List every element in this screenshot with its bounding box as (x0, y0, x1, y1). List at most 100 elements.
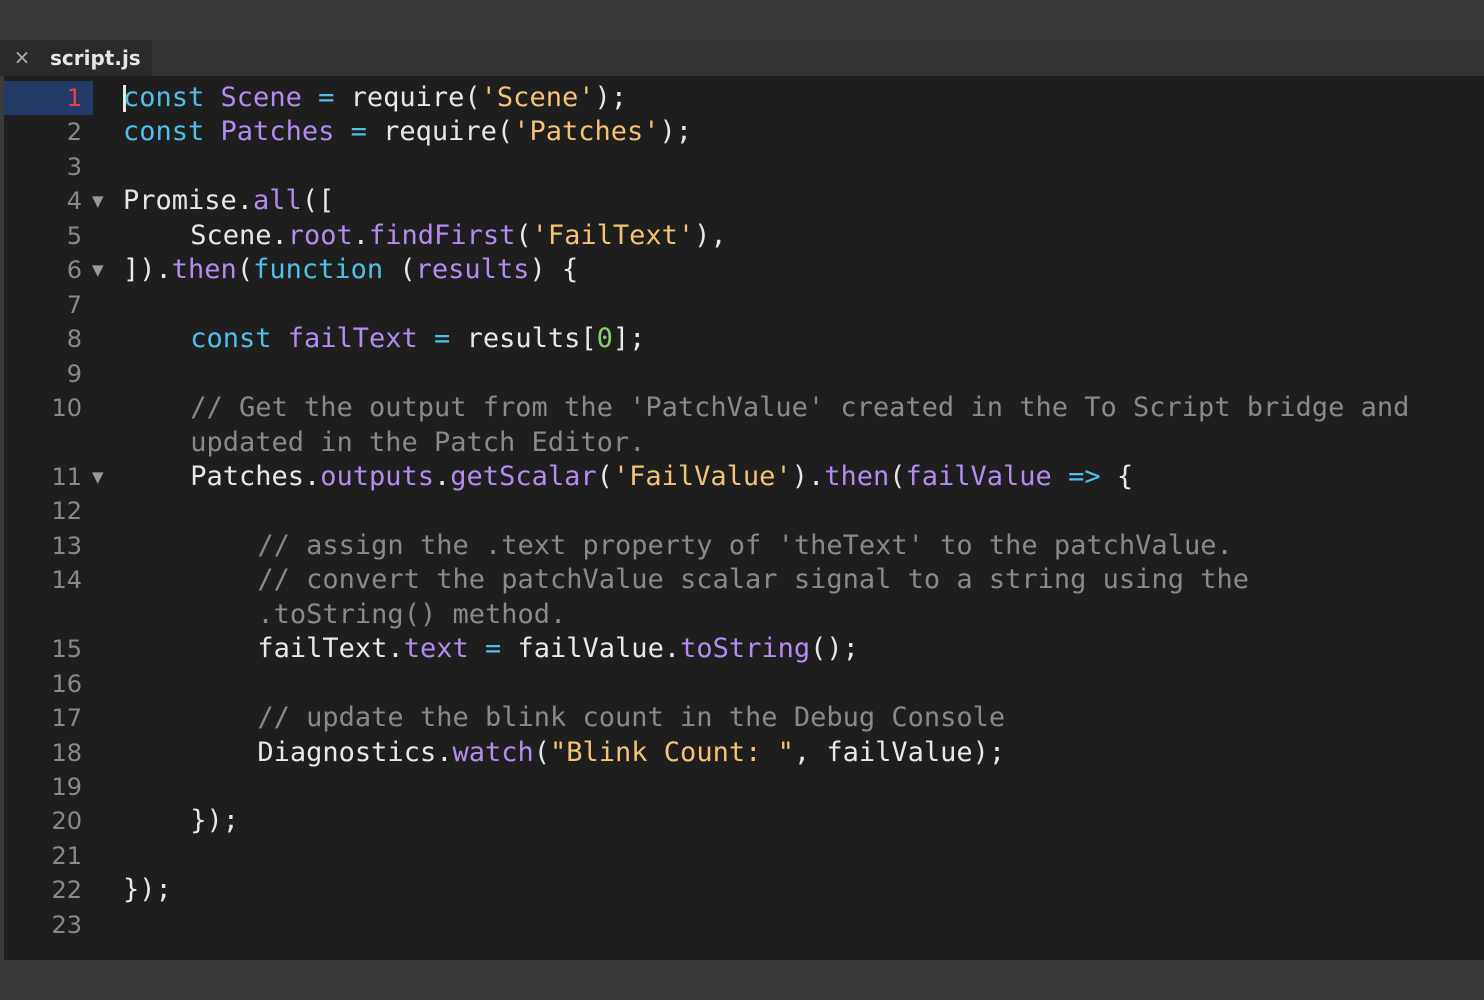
line-number: 3 (66, 152, 82, 181)
code-line[interactable]: 17 // update the blink count in the Debug… (4, 701, 1484, 735)
code-token: Patches (220, 116, 335, 148)
line-number: 1 (66, 84, 82, 112)
code-text: // convert the patchValue scalar signal … (257, 563, 1249, 597)
code-token: failText. (257, 633, 404, 665)
code-text: Diagnostics.watch("Blink Count: ", failV… (257, 736, 1005, 770)
code-token: = (350, 116, 367, 148)
code-token: = (318, 82, 335, 113)
close-icon[interactable]: × (12, 46, 32, 68)
code-token: { (1100, 460, 1134, 492)
code-line[interactable]: 23 (4, 908, 1484, 942)
code-line[interactable]: 6 ▼]).then(function (results) { (4, 253, 1484, 287)
fold-arrow-icon[interactable]: ▼ (92, 184, 110, 218)
code-token: }); (190, 805, 239, 837)
code-line[interactable]: 8 const failText = results[0]; (4, 322, 1484, 356)
code-text: failText.text = failValue.toString(); (257, 632, 859, 666)
code-token: // update the blink count in the Debug C… (257, 702, 1006, 734)
code-token: .toString() method. (257, 598, 567, 630)
code-line[interactable]: 21 (4, 839, 1484, 873)
status-bar (0, 960, 1484, 1000)
code-token: findFirst (369, 219, 516, 251)
code-token: Diagnostics. (257, 736, 453, 768)
code-token: 'FailValue' (612, 460, 792, 492)
code-line[interactable]: 11 ▼ Patches.outputs.getScalar('FailValue'… (4, 460, 1484, 494)
code-line[interactable]: 4 ▼ Promise.all([ (4, 184, 1484, 218)
code-token: ) { (529, 254, 579, 286)
line-number: 21 (51, 841, 82, 870)
code-token: ( (236, 254, 254, 286)
code-line[interactable]: 19 (4, 770, 1484, 804)
code-text: const failText = results[0]; (190, 322, 645, 356)
line-number: 7 (66, 290, 82, 319)
line-number: 16 (51, 669, 82, 698)
line-number: 6 (66, 256, 82, 285)
line-number: 18 (51, 738, 82, 767)
code-token: ); (594, 82, 627, 113)
code-line[interactable]: 7 (4, 288, 1484, 322)
code-line[interactable]: 15 failText.text = failValue.toString(); (4, 632, 1484, 666)
code-line[interactable]: 5 Scene.root.findFirst('FailText'), (4, 219, 1484, 253)
code-line[interactable]: updated in the Patch Editor. (4, 426, 1484, 460)
code-text: // Get the output from the 'PatchValue' … (190, 391, 1409, 425)
code-token: = (434, 323, 451, 355)
code-token: toString (680, 633, 811, 665)
code-token: failValue. (501, 633, 681, 665)
code-token: updated in the Patch Editor. (190, 426, 646, 458)
code-token: require( (334, 82, 481, 113)
code-text: }); (190, 804, 239, 838)
code-line[interactable]: 12 (4, 494, 1484, 528)
code-token: function (253, 254, 384, 286)
code-token: => (1068, 460, 1101, 492)
line-number: 11 (51, 462, 82, 491)
code-line[interactable]: 3 (4, 150, 1484, 184)
code-line[interactable]: 22}); (4, 873, 1484, 907)
fold-arrow-icon[interactable]: ▼ (92, 253, 110, 287)
code-token: "Blink Count: " (550, 736, 794, 768)
code-line[interactable]: 14 // convert the patchValue scalar signa… (4, 563, 1484, 597)
code-token: then (824, 460, 890, 492)
tab-script-js[interactable]: × script.js (0, 40, 152, 76)
code-line[interactable]: 2 const Patches = require('Patches'); (4, 115, 1484, 149)
line-number: 8 (66, 325, 82, 354)
code-line[interactable]: 9 (4, 357, 1484, 391)
code-token: 0 (596, 323, 613, 355)
code-editor[interactable]: 1 const Scene = require('Scene'); 2 const P… (4, 76, 1484, 960)
tab-bar: × script.js (0, 40, 1484, 76)
code-token: // convert the patchValue scalar signal … (257, 564, 1249, 596)
line-number: 12 (51, 497, 82, 526)
code-line[interactable]: 1 const Scene = require('Scene'); (4, 81, 1484, 115)
code-token: Scene (220, 82, 302, 113)
code-text: // update the blink count in the Debug C… (257, 701, 1005, 735)
code-line[interactable]: 20}); (4, 804, 1484, 838)
code-token: (); (810, 633, 859, 665)
code-token: . (352, 219, 370, 251)
code-token: Patches. (190, 460, 321, 492)
line-number: 15 (51, 635, 82, 664)
code-text: Promise.all([ (123, 184, 334, 218)
code-line[interactable]: .toString() method. (4, 598, 1484, 632)
fold-arrow-icon[interactable]: ▼ (92, 460, 110, 494)
code-token: text (403, 633, 469, 665)
code-token: ). (791, 460, 825, 492)
code-token: ]; (612, 323, 646, 355)
line-number: 19 (51, 773, 82, 801)
code-token: then (171, 254, 237, 286)
line-number: 4 (66, 187, 82, 216)
code-token: ( (533, 736, 551, 768)
code-line[interactable]: 10 // Get the output from the 'PatchValue… (4, 391, 1484, 425)
code-token: watch (452, 736, 534, 768)
line-number: 9 (66, 359, 82, 388)
code-line[interactable]: 18 Diagnostics.watch("Blink Count: ", fai… (4, 736, 1484, 770)
line-number: 5 (66, 221, 82, 250)
code-text: updated in the Patch Editor. (190, 426, 645, 460)
code-token: results (415, 254, 530, 286)
code-line[interactable]: 16 (4, 667, 1484, 701)
code-line[interactable]: 13 // assign the .text property of 'theTe… (4, 529, 1484, 563)
